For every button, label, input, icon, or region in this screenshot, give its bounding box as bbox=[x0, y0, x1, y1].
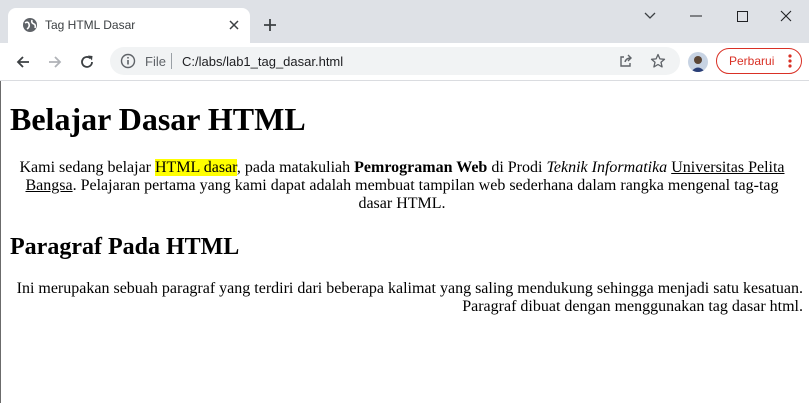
browser-tab[interactable]: Tag HTML Dasar bbox=[8, 8, 250, 43]
intro-text-1: Kami sedang belajar bbox=[19, 159, 155, 176]
bold-course-name: Pemrograman Web bbox=[354, 159, 488, 176]
close-tab-icon[interactable] bbox=[226, 17, 242, 33]
forward-button[interactable] bbox=[41, 48, 69, 76]
minimize-icon bbox=[690, 15, 702, 17]
bookmark-star-icon[interactable] bbox=[650, 53, 666, 69]
back-button[interactable] bbox=[9, 48, 37, 76]
url-text[interactable]: C:/labs/lab1_tag_dasar.html bbox=[182, 54, 343, 69]
minimize-button[interactable] bbox=[673, 0, 719, 32]
browser-toolbar: File C:/labs/lab1_tag_dasar.html Perbaru… bbox=[0, 43, 809, 81]
maximize-button[interactable] bbox=[719, 0, 765, 32]
page-heading: Belajar Dasar HTML bbox=[10, 101, 306, 137]
intro-text-2: , pada matakuliah bbox=[236, 159, 355, 176]
new-tab-button[interactable] bbox=[260, 15, 280, 35]
more-vert-icon[interactable] bbox=[786, 53, 794, 69]
tab-strip: Tag HTML Dasar bbox=[0, 0, 809, 43]
update-button[interactable]: Perbarui bbox=[716, 48, 802, 74]
reload-icon bbox=[81, 55, 93, 68]
arrow-left-icon bbox=[16, 56, 29, 68]
scheme-label: File bbox=[145, 54, 166, 69]
close-icon bbox=[780, 10, 792, 22]
body-paragraph: Ini merupakan sebuah paragraf yang terdi… bbox=[16, 280, 803, 315]
profile-avatar[interactable] bbox=[688, 52, 708, 72]
italic-program-name: Teknik Informatika bbox=[546, 159, 668, 176]
page-content: Belajar Dasar HTML Kami sedang belajar H… bbox=[0, 81, 809, 403]
share-icon[interactable] bbox=[618, 53, 634, 69]
chevron-down-icon bbox=[644, 12, 656, 19]
highlighted-text: HTML dasar bbox=[155, 159, 237, 176]
address-separator bbox=[171, 53, 172, 69]
tab-title: Tag HTML Dasar bbox=[45, 18, 136, 32]
reload-button[interactable] bbox=[73, 48, 101, 76]
info-icon[interactable] bbox=[120, 53, 136, 69]
section-heading: Paragraf Pada HTML bbox=[10, 234, 240, 260]
tab-search-button[interactable] bbox=[627, 0, 673, 32]
globe-icon bbox=[22, 17, 38, 33]
arrow-right-icon bbox=[49, 56, 62, 68]
intro-text-5: . Pelajaran pertama yang kami dapat adal… bbox=[72, 177, 779, 212]
close-window-button[interactable] bbox=[763, 0, 809, 32]
intro-text-3: di Prodi bbox=[487, 159, 547, 176]
address-bar[interactable]: File C:/labs/lab1_tag_dasar.html bbox=[110, 47, 680, 75]
update-label: Perbarui bbox=[729, 54, 775, 68]
intro-paragraph: Kami sedang belajar HTML dasar, pada mat… bbox=[9, 159, 795, 213]
maximize-icon bbox=[736, 10, 748, 22]
plus-icon bbox=[264, 19, 276, 31]
